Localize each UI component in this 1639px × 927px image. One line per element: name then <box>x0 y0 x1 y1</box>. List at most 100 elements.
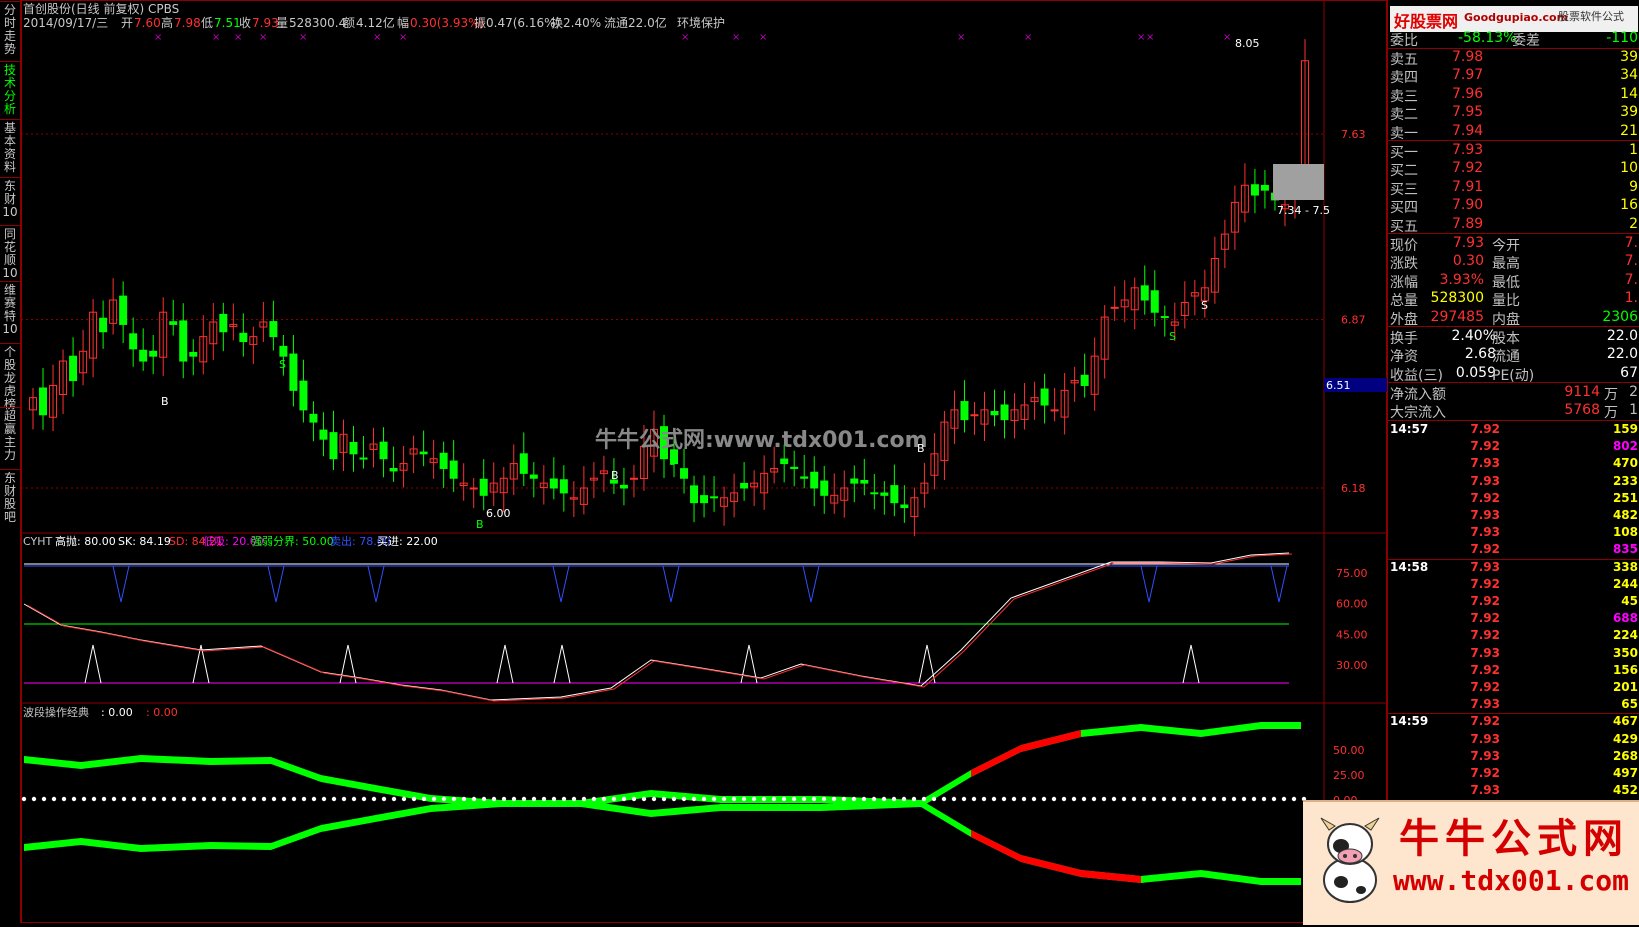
bid-row[interactable]: 买三 7.91 9 <box>1388 178 1639 198</box>
side-tab-1[interactable]: 技术分析 <box>2 64 18 116</box>
ind2-upper-band <box>921 770 971 807</box>
tick-price: 7.92 <box>1470 439 1500 454</box>
ind2-zero-dot <box>911 796 917 802</box>
weicha-label: 委差 <box>1512 33 1540 49</box>
ind2-lower-band <box>271 825 321 850</box>
ind1-sell-dip <box>662 565 680 603</box>
chart-canvas[interactable]: 首创股份(日线 前复权) CPBS2014/09/17/三开 7.60 高 7.98 低… <box>21 0 1387 923</box>
tick-volume: 251 <box>1612 490 1638 505</box>
ind2-axis-label: 25.00 <box>1333 769 1365 782</box>
side-tab-2[interactable]: 基本资料 <box>2 122 18 174</box>
ind2-lower-band <box>321 814 381 832</box>
promo-banner[interactable]: 牛牛公式网 www.tdx001.com <box>1303 800 1639 925</box>
ind2-upper-band <box>1141 724 1201 737</box>
ind2-zero-dot <box>1021 796 1027 802</box>
ind2-zero-dot <box>1131 796 1137 802</box>
ind2-zero-dot <box>131 796 137 802</box>
tick-price: 7.92 <box>1470 422 1500 436</box>
ind2-lower-band <box>721 804 821 811</box>
ask-row[interactable]: 卖四 7.97 34 <box>1388 66 1639 86</box>
ind1-axis-label: 75.00 <box>1336 567 1368 580</box>
promo-url[interactable]: www.tdx001.com <box>1393 864 1629 897</box>
ind2-zero-dot <box>591 796 597 802</box>
ind2-zero-dot <box>741 796 747 802</box>
ind2-zero-dot <box>931 796 937 802</box>
side-tab-divider <box>0 61 20 62</box>
ind2-lower-band <box>651 804 721 817</box>
ind2-zero-dot <box>891 796 897 802</box>
tick-row: 7.93 429 <box>1388 731 1639 748</box>
ind2-zero-dot <box>901 796 907 802</box>
ind2-zero-dot <box>91 796 97 802</box>
ask-row[interactable]: 卖三 7.96 14 <box>1388 85 1639 105</box>
tick-price: 7.93 <box>1470 697 1500 712</box>
candle-body <box>219 313 228 333</box>
ind2-zero-dot <box>921 796 927 802</box>
ind2-zero-dot <box>441 796 447 802</box>
ind2-zero-dot <box>1211 796 1217 802</box>
promo-title: 牛牛公式网 <box>1399 815 1629 862</box>
stat2-value-2: 22.0 <box>1606 346 1638 363</box>
stat2-row: 换手 2.40% 股本 22.0 <box>1388 327 1639 347</box>
watermark: 牛牛公式网:www.tdx001.com <box>595 427 928 453</box>
tick-price: 7.93 <box>1470 508 1500 522</box>
bid-row[interactable]: 买一 7.93 1 <box>1388 141 1639 161</box>
ind2-upper-band <box>141 755 211 765</box>
ind2-zero-dot <box>31 796 37 802</box>
quote-panel: 好股票网 Goodgupiao.com 股票软件公式 委比 -58.13% 委差 -1… <box>1387 0 1639 923</box>
tick-row: 7.92 802 <box>1388 438 1639 455</box>
ask-volume: 39 <box>1620 49 1638 65</box>
tick-price: 7.92 <box>1470 542 1500 557</box>
ind2-lower-red <box>971 830 1021 862</box>
bid-row[interactable]: 买二 7.92 10 <box>1388 159 1639 179</box>
ind2-zero-dot <box>231 796 237 802</box>
header-float: 流通22.0亿 <box>604 15 667 30</box>
bid-row[interactable]: 买五 7.89 2 <box>1388 215 1639 235</box>
side-tab-5[interactable]: 维赛特10 <box>2 284 18 336</box>
signal-marker: B <box>476 518 484 531</box>
tick-volume: 429 <box>1612 731 1638 746</box>
ind2-zero-dot <box>701 796 707 802</box>
flow-row: 净流入额 9114 万 2 <box>1388 383 1639 403</box>
header-open: 7.60 <box>134 16 161 30</box>
signal-marker: S <box>1169 330 1176 343</box>
ind2-zero-dot <box>301 796 307 802</box>
top-marker-icon: × <box>957 32 965 43</box>
side-tab-8[interactable]: 东财股吧 <box>2 472 18 524</box>
header-vol: 528300.4 <box>289 16 346 30</box>
ask-row[interactable]: 卖一 7.94 21 <box>1388 122 1639 142</box>
ind2-zero-dot <box>981 796 987 802</box>
side-tab-divider <box>0 119 20 120</box>
low-annotation: 6.00 <box>486 507 511 520</box>
ind2-zero-dot <box>1251 796 1257 802</box>
candle-body <box>1140 285 1149 301</box>
ind2-zero-dot <box>1011 796 1017 802</box>
ask-price: 7.97 <box>1452 67 1484 84</box>
side-tab-3[interactable]: 东财10 <box>2 180 18 219</box>
candle-body <box>269 321 278 338</box>
tick-row: 14:58 7.93 338 <box>1388 559 1639 576</box>
bid-row[interactable]: 买四 7.90 16 <box>1388 196 1639 216</box>
side-tab-0[interactable]: 分时走势 <box>2 4 18 56</box>
ask-row[interactable]: 卖二 7.95 39 <box>1388 103 1639 123</box>
ind2-zero-dot <box>251 796 257 802</box>
side-tab-4[interactable]: 同花顺10 <box>2 228 18 280</box>
kline-chart-area[interactable]: 首创股份(日线 前复权) CPBS 2014/09/17/三开 7.60 高 7.98 低… <box>21 0 1387 923</box>
ind2-zero-dot <box>371 796 377 802</box>
side-tab-6[interactable]: 个股龙虎榜 <box>2 346 18 411</box>
candle-body <box>619 484 628 489</box>
candle-body <box>529 474 538 479</box>
ind2-zero-dot <box>501 796 507 802</box>
ind2-zero-dot <box>1271 796 1277 802</box>
ask-row[interactable]: 卖五 7.98 39 <box>1388 48 1639 68</box>
candle-body <box>870 492 879 495</box>
candle-body <box>1150 290 1159 313</box>
side-tab-7[interactable]: 超赢主力 <box>2 410 18 462</box>
signal-marker: B <box>611 469 619 482</box>
tick-price: 7.93 <box>1470 525 1500 540</box>
ind2-zero-dot <box>551 796 557 802</box>
candle-body <box>139 349 148 362</box>
ind2-zero-dot <box>421 796 427 802</box>
ind2-zero-dot <box>341 796 347 802</box>
candle-body <box>99 317 108 333</box>
